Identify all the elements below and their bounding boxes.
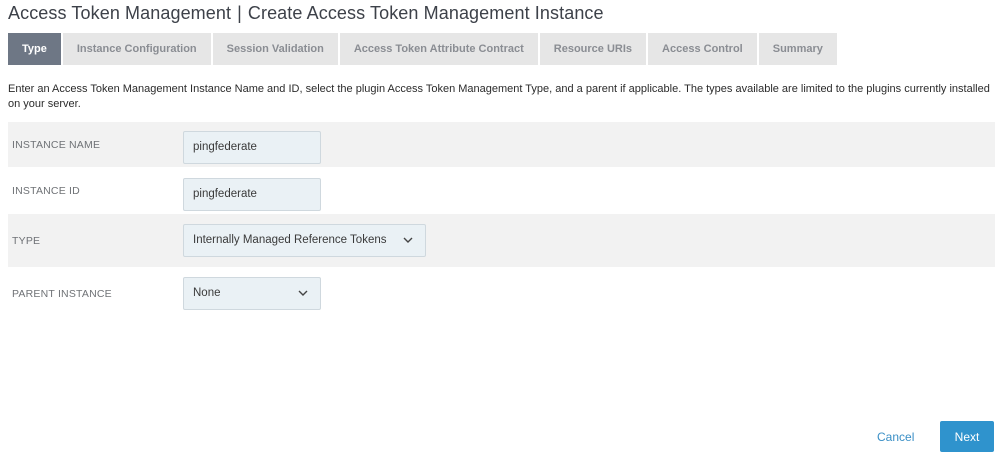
chevron-down-icon xyxy=(298,290,308,296)
page-title: Access Token Management | Create Access To… xyxy=(8,3,604,24)
title-separator: | xyxy=(237,3,242,23)
parent-instance-row: PARENT INSTANCE None xyxy=(8,267,995,319)
tab-access-control[interactable]: Access Control xyxy=(648,33,757,65)
cancel-button[interactable]: Cancel xyxy=(877,430,914,444)
instance-name-row: INSTANCE NAME pingfederate xyxy=(8,122,995,167)
tab-summary[interactable]: Summary xyxy=(758,33,837,65)
page-title-sub: Create Access Token Management Instance xyxy=(247,3,604,23)
instance-id-input[interactable]: pingfederate xyxy=(183,178,321,211)
instance-name-label: INSTANCE NAME xyxy=(12,139,101,151)
parent-instance-label: PARENT INSTANCE xyxy=(12,288,112,300)
instance-id-label: INSTANCE ID xyxy=(12,185,80,197)
type-select[interactable]: Internally Managed Reference Tokens xyxy=(183,224,426,257)
tab-access-token-attribute-contract[interactable]: Access Token Attribute Contract xyxy=(339,33,538,65)
type-select-value: Internally Managed Reference Tokens xyxy=(193,234,387,246)
tab-instance-configuration[interactable]: Instance Configuration xyxy=(62,33,211,65)
parent-instance-select-value: None xyxy=(193,287,221,299)
instance-id-row: INSTANCE ID pingfederate xyxy=(8,167,995,214)
wizard-tabs: Type Instance Configuration Session Vali… xyxy=(8,33,839,65)
instance-name-input[interactable]: pingfederate xyxy=(183,131,321,164)
intro-text: Enter an Access Token Management Instanc… xyxy=(8,83,990,110)
page-title-main: Access Token Management xyxy=(8,3,232,23)
next-button[interactable]: Next xyxy=(940,421,994,452)
tab-session-validation[interactable]: Session Validation xyxy=(212,33,338,65)
type-label: TYPE xyxy=(12,235,41,247)
page: Access Token Management | Create Access To… xyxy=(0,0,1000,462)
tab-type[interactable]: Type xyxy=(8,33,61,65)
tab-resource-uris[interactable]: Resource URIs xyxy=(539,33,647,65)
parent-instance-select[interactable]: None xyxy=(183,277,321,310)
chevron-down-icon xyxy=(403,237,413,243)
type-row: TYPE Internally Managed Reference Tokens xyxy=(8,214,995,267)
